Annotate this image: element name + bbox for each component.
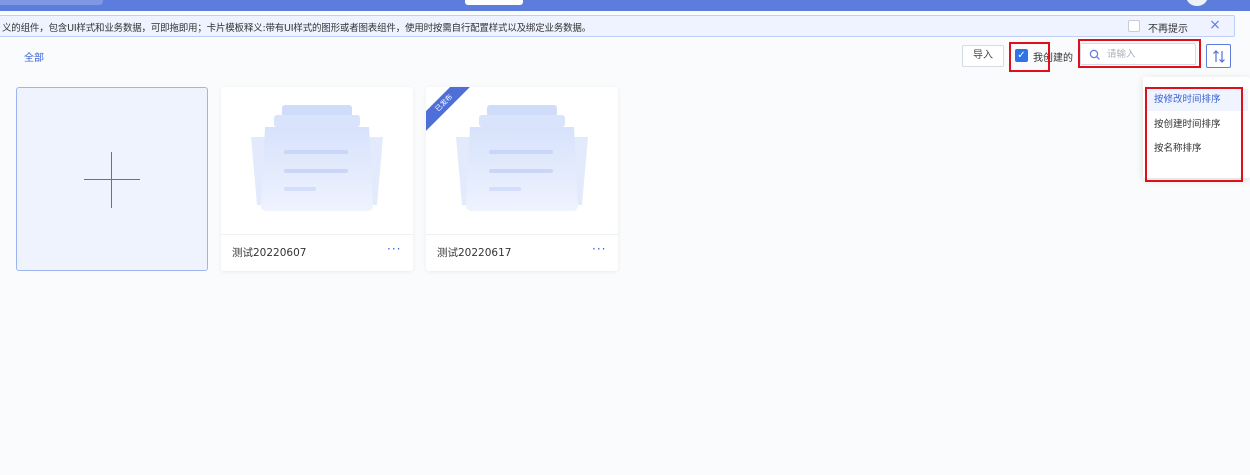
- card-name: 测试20220617: [437, 247, 512, 259]
- card-name: 测试20220607: [232, 247, 307, 259]
- filter-all-link[interactable]: 全部: [24, 49, 44, 64]
- sort-by-modified-time[interactable]: 按修改时间排序: [1145, 89, 1248, 111]
- mine-checkbox[interactable]: ✓: [1015, 49, 1028, 62]
- plus-icon-v: [111, 152, 112, 208]
- sort-by-created-time[interactable]: 按创建时间排序: [1145, 114, 1248, 136]
- sort-by-name[interactable]: 按名称排序: [1145, 138, 1248, 160]
- search-input[interactable]: [1107, 47, 1191, 62]
- card-item[interactable]: 已发布 测试20220617 ···: [426, 87, 618, 271]
- import-button[interactable]: 导入: [962, 45, 1004, 67]
- sort-icon: [1213, 50, 1225, 63]
- new-card-button[interactable]: [16, 87, 208, 271]
- sort-button[interactable]: [1206, 44, 1231, 68]
- search-icon: [1089, 49, 1100, 60]
- card-item[interactable]: 测试20220607 ···: [221, 87, 413, 271]
- more-icon[interactable]: ···: [592, 242, 606, 256]
- nav-tab-active[interactable]: [465, 0, 523, 5]
- sort-dropdown-menu: 按修改时间排序 按创建时间排序 按名称排序: [1143, 77, 1250, 178]
- close-icon[interactable]: ×: [1208, 17, 1222, 33]
- mine-checkbox-label[interactable]: 我创建的: [1033, 49, 1073, 64]
- search-box[interactable]: [1080, 43, 1196, 65]
- card-divider: [426, 234, 618, 235]
- notice-text: 义的组件，包含UI样式和业务数据，可即拖即用；卡片模板释义:带有UI样式的图形或…: [2, 23, 592, 34]
- card-thumbnail: [221, 87, 413, 234]
- card-thumbnail: [426, 87, 618, 234]
- more-icon[interactable]: ···: [387, 242, 401, 256]
- notice-banner: 义的组件，包含UI样式和业务数据，可即拖即用；卡片模板释义:带有UI样式的图形或…: [0, 15, 1235, 37]
- dont-show-again-label[interactable]: 不再提示: [1148, 20, 1188, 35]
- card-divider: [221, 234, 413, 235]
- folder-icon: [251, 105, 383, 211]
- folder-icon: [456, 105, 588, 211]
- top-nav-bar: [0, 0, 1250, 11]
- plus-icon-h: [84, 179, 140, 180]
- dont-show-again-checkbox[interactable]: [1128, 20, 1140, 32]
- avatar[interactable]: [1186, 0, 1208, 6]
- nav-tab[interactable]: [0, 0, 103, 5]
